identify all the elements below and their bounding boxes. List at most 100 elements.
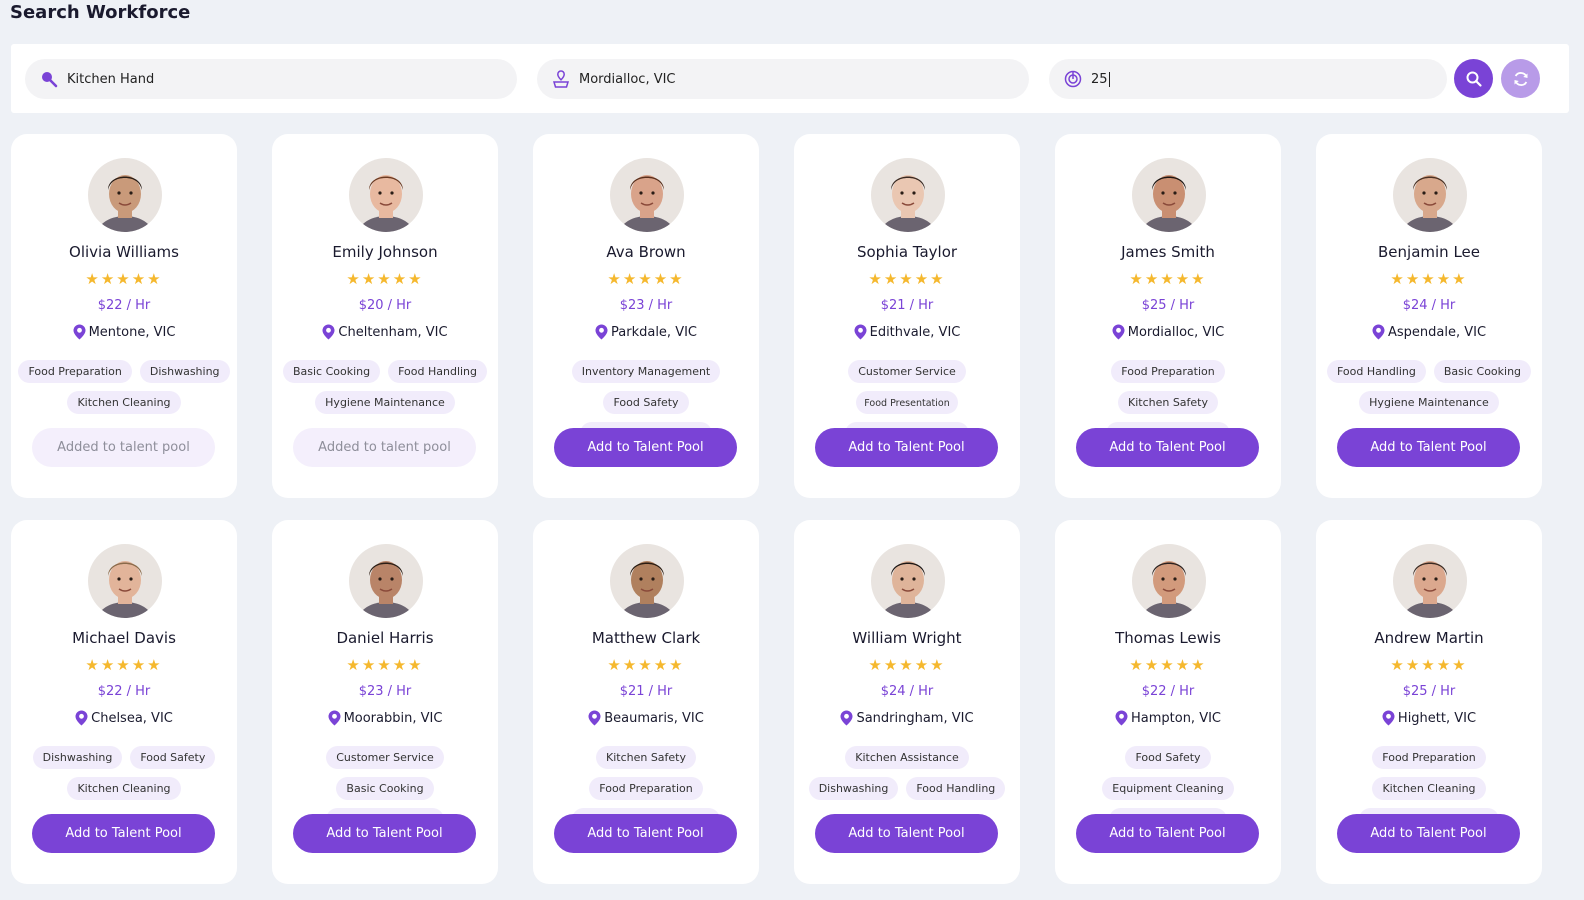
page-title: Search Workforce — [10, 2, 191, 23]
rating-stars: ★★★★★ — [1316, 270, 1542, 288]
skill-tag: Hygiene Maintenance — [1359, 391, 1499, 414]
star-icon: ★ — [1436, 270, 1453, 288]
hourly-rate: $23 / Hr — [358, 684, 412, 699]
search-icon — [39, 69, 59, 89]
rating-stars: ★★★★★ — [1316, 656, 1542, 674]
rating-stars: ★★★★★ — [533, 270, 759, 288]
star-icon: ★ — [1175, 270, 1192, 288]
worker-card: James Smith ★★★★★ $25 / Hr Mordialloc, V… — [1055, 134, 1281, 498]
star-icon: ★ — [1129, 656, 1145, 674]
skill-tag: Food Handling — [1326, 360, 1426, 383]
worker-name: Andrew Martin — [1374, 629, 1484, 647]
skill-tag: Kitchen Cleaning — [1372, 777, 1486, 800]
add-to-talent-pool-button[interactable]: Add to Talent Pool — [1076, 428, 1259, 467]
reset-button[interactable] — [1501, 59, 1540, 98]
skill-tag: Food Safety — [603, 391, 689, 414]
star-icon: ★ — [622, 270, 639, 288]
rating-stars: ★★★★★ — [272, 656, 498, 674]
star-icon: ★ — [883, 656, 900, 674]
star-icon: ★ — [408, 656, 424, 674]
worker-name: Thomas Lewis — [1115, 629, 1221, 647]
skill-tag: Food Preparation — [18, 360, 132, 383]
map-pin-icon — [328, 710, 341, 726]
avatar — [1132, 544, 1206, 618]
worker-location: Moorabbin, VIC — [272, 710, 498, 726]
rating-stars: ★★★★★ — [11, 270, 237, 288]
avatar — [871, 158, 945, 232]
rating-stars: ★★★★★ — [11, 656, 237, 674]
add-to-talent-pool-button[interactable]: Add to Talent Pool — [815, 814, 998, 853]
person-avatar-icon — [610, 544, 684, 618]
worker-name: Olivia Williams — [69, 243, 179, 261]
star-icon: ★ — [392, 656, 409, 674]
skill-tag: Food Presentation — [856, 391, 958, 414]
map-pin-icon — [854, 324, 867, 340]
worker-card: Thomas Lewis ★★★★★ $22 / Hr Hampton, VIC… — [1055, 520, 1281, 884]
avatar — [871, 544, 945, 618]
role-search-field[interactable]: Kitchen Hand — [25, 59, 517, 99]
added-to-talent-pool-button[interactable]: Added to talent pool — [293, 428, 476, 467]
radius-field[interactable]: 25 — [1049, 59, 1447, 99]
location-text: Mentone, VIC — [88, 324, 176, 340]
star-icon: ★ — [392, 270, 409, 288]
star-icon: ★ — [653, 270, 670, 288]
star-icon: ★ — [116, 270, 132, 288]
add-to-talent-pool-button[interactable]: Add to Talent Pool — [815, 428, 998, 467]
add-to-talent-pool-button[interactable]: Add to Talent Pool — [554, 814, 737, 853]
worker-location: Aspendale, VIC — [1316, 324, 1542, 340]
star-icon: ★ — [914, 270, 931, 288]
worker-location: Cheltenham, VIC — [272, 324, 498, 340]
add-to-talent-pool-button[interactable]: Add to Talent Pool — [554, 428, 737, 467]
person-avatar-icon — [349, 544, 423, 618]
add-to-talent-pool-button[interactable]: Add to Talent Pool — [1337, 814, 1520, 853]
add-to-talent-pool-button[interactable]: Add to Talent Pool — [32, 814, 215, 853]
added-to-talent-pool-button[interactable]: Added to talent pool — [32, 428, 215, 467]
star-icon: ★ — [1452, 656, 1468, 674]
add-to-talent-pool-button[interactable]: Add to Talent Pool — [1337, 428, 1520, 467]
person-avatar-icon — [1393, 544, 1467, 618]
worker-location: Hampton, VIC — [1055, 710, 1281, 726]
location-text: Hampton, VIC — [1130, 710, 1222, 726]
star-icon: ★ — [1452, 270, 1468, 288]
avatar — [610, 544, 684, 618]
worker-card: Sophia Taylor ★★★★★ $21 / Hr Edithvale, … — [794, 134, 1020, 498]
skill-tags: Food Preparation Dishwashing Kitchen Clean… — [15, 360, 233, 414]
location-text: Beaumaris, VIC — [604, 710, 704, 726]
star-icon: ★ — [607, 270, 623, 288]
rating-stars: ★★★★★ — [533, 656, 759, 674]
location-text: Moorabbin, VIC — [343, 710, 443, 726]
star-icon: ★ — [361, 656, 378, 674]
star-icon: ★ — [622, 656, 639, 674]
person-avatar-icon — [1132, 158, 1206, 232]
star-icon: ★ — [899, 270, 915, 288]
person-avatar-icon — [88, 158, 162, 232]
skill-tag: Kitchen Safety — [1117, 391, 1219, 414]
skill-tag: Food Preparation — [1372, 746, 1486, 769]
hourly-rate: $25 / Hr — [1402, 684, 1456, 699]
avatar — [349, 544, 423, 618]
star-icon: ★ — [1191, 270, 1207, 288]
star-icon: ★ — [100, 656, 117, 674]
star-icon: ★ — [930, 656, 946, 674]
star-icon: ★ — [1175, 656, 1192, 674]
star-icon: ★ — [147, 656, 163, 674]
location-text: Mordialloc, VIC — [1127, 324, 1225, 340]
avatar — [610, 158, 684, 232]
star-icon: ★ — [377, 656, 393, 674]
star-icon: ★ — [131, 270, 148, 288]
worker-name: Benjamin Lee — [1378, 243, 1480, 261]
worker-card: Daniel Harris ★★★★★ $23 / Hr Moorabbin, … — [272, 520, 498, 884]
add-to-talent-pool-button[interactable]: Add to Talent Pool — [293, 814, 476, 853]
add-to-talent-pool-button[interactable]: Add to Talent Pool — [1076, 814, 1259, 853]
worker-card: Andrew Martin ★★★★★ $25 / Hr Highett, VI… — [1316, 520, 1542, 884]
star-icon: ★ — [1160, 270, 1176, 288]
person-avatar-icon — [610, 158, 684, 232]
worker-name: Michael Davis — [72, 629, 176, 647]
radius-value: 25 — [1091, 71, 1110, 87]
star-icon: ★ — [85, 270, 101, 288]
location-field[interactable]: Mordialloc, VIC — [537, 59, 1029, 99]
search-button[interactable] — [1454, 59, 1493, 98]
hourly-rate: $22 / Hr — [97, 298, 151, 313]
star-icon: ★ — [100, 270, 117, 288]
skill-tag: Hygiene Maintenance — [315, 391, 455, 414]
